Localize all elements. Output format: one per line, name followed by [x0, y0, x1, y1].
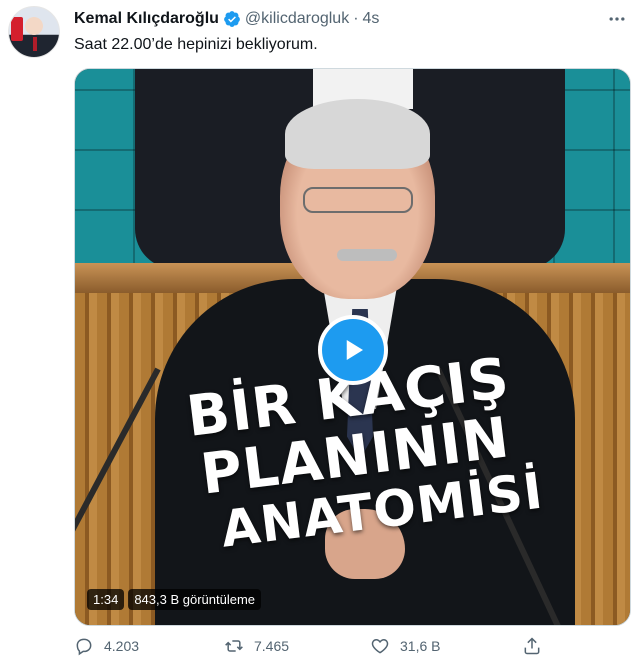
verified-badge-icon — [224, 11, 240, 27]
retweet-button[interactable]: 7.465 — [224, 636, 289, 656]
separator-dot: · — [353, 10, 359, 27]
reply-icon — [76, 638, 92, 656]
retweet-icon — [225, 640, 243, 652]
video-speaker-hair — [285, 99, 430, 169]
tweet-text: Saat 22.00’de hepinizi bekliyorum. — [74, 36, 318, 53]
tweet[interactable]: Kemal Kılıçdaroğlu @kilicdarogluk · 4s S… — [0, 0, 640, 670]
video-player[interactable]: BİR KAÇIŞ PLANININ ANATOMİSİ 1:34 843,3 … — [74, 68, 631, 626]
reply-button[interactable]: 4.203 — [74, 636, 139, 656]
avatar[interactable] — [8, 6, 60, 58]
like-count: 31,6 B — [400, 638, 441, 654]
video-info: 1:34 843,3 B görüntüleme — [87, 589, 262, 610]
tweet-timestamp[interactable]: 4s — [363, 10, 380, 28]
share-button[interactable] — [522, 636, 542, 656]
video-duration: 1:34 — [87, 589, 125, 610]
video-speaker-glasses — [303, 187, 413, 213]
play-button[interactable] — [318, 315, 388, 385]
like-button[interactable]: 31,6 B — [370, 636, 440, 656]
share-icon — [524, 637, 540, 655]
tweet-actions: 4.203 7.465 31,6 B — [74, 636, 574, 666]
retweet-count: 7.465 — [254, 638, 290, 654]
author-handle[interactable]: @kilicdarogluk — [245, 10, 349, 28]
more-dots-icon — [609, 17, 625, 21]
avatar-tie-graphic — [33, 37, 37, 51]
reply-count: 4.203 — [104, 638, 140, 654]
tweet-header: Kemal Kılıçdaroğlu @kilicdarogluk · 4s — [74, 8, 379, 30]
video-speaker-mustache — [337, 249, 397, 261]
more-options-button[interactable] — [604, 6, 630, 32]
heart-icon — [371, 638, 389, 654]
video-view-count: 843,3 B görüntüleme — [128, 589, 262, 610]
play-icon — [346, 340, 363, 360]
flag-graphic — [11, 17, 23, 41]
author-name[interactable]: Kemal Kılıçdaroğlu — [74, 10, 219, 28]
